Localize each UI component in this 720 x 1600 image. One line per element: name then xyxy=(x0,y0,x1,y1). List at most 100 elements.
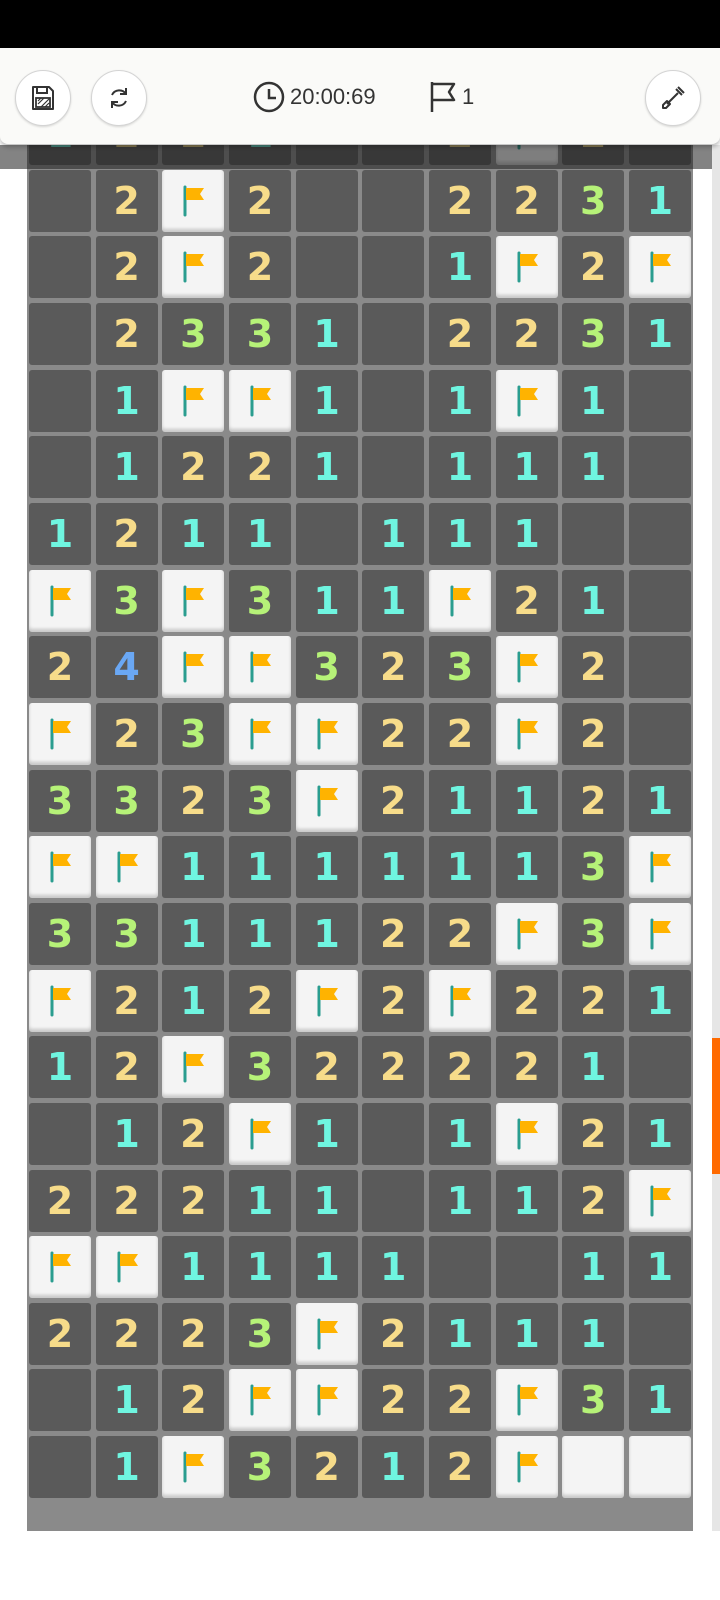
cell-number[interactable]: 2 xyxy=(428,1436,491,1499)
cell-number[interactable]: 2 xyxy=(495,569,558,632)
cell-number[interactable]: 1 xyxy=(362,502,425,565)
cell-number[interactable]: 2 xyxy=(162,1102,225,1165)
cell-number[interactable]: 1 xyxy=(295,902,358,965)
cell-number[interactable]: 2 xyxy=(29,1169,91,1232)
cell-flagged[interactable] xyxy=(162,569,225,632)
cell-empty[interactable] xyxy=(362,169,425,232)
cell-number[interactable]: 2 xyxy=(95,702,158,765)
cell-flagged[interactable] xyxy=(29,969,91,1032)
cell-number[interactable]: 1 xyxy=(295,302,358,365)
cell-number[interactable]: 1 xyxy=(295,569,358,632)
cell-number[interactable]: 2 xyxy=(428,702,491,765)
cell-empty[interactable] xyxy=(29,369,91,432)
cell-number[interactable]: 2 xyxy=(162,436,225,499)
cell-number[interactable]: 2 xyxy=(95,302,158,365)
cell-number[interactable]: 2 xyxy=(228,969,291,1032)
cell-number[interactable]: 2 xyxy=(362,1302,425,1365)
cell-number[interactable]: 2 xyxy=(562,145,625,165)
cell-number[interactable]: 1 xyxy=(428,836,491,899)
cell-number[interactable]: 2 xyxy=(162,769,225,832)
cell-number[interactable]: 1 xyxy=(228,145,291,165)
cell-number[interactable]: 2 xyxy=(562,769,625,832)
cell-empty[interactable] xyxy=(362,302,425,365)
cell-number[interactable]: 1 xyxy=(495,502,558,565)
cell-flagged[interactable] xyxy=(428,969,491,1032)
cell-flagged[interactable] xyxy=(428,569,491,632)
cell-empty[interactable] xyxy=(628,1036,691,1099)
cell-number[interactable]: 2 xyxy=(95,1302,158,1365)
cell-empty[interactable] xyxy=(628,145,691,165)
cell-number[interactable]: 1 xyxy=(495,436,558,499)
cell-number[interactable]: 1 xyxy=(562,436,625,499)
cell-empty[interactable] xyxy=(29,302,91,365)
cell-number[interactable]: 1 xyxy=(295,836,358,899)
cell-empty[interactable] xyxy=(362,1169,425,1232)
cell-empty[interactable] xyxy=(495,1236,558,1299)
cell-flagged[interactable] xyxy=(495,369,558,432)
cell-flagged[interactable] xyxy=(228,1369,291,1432)
cell-empty[interactable] xyxy=(362,236,425,299)
cell-number[interactable]: 1 xyxy=(495,1302,558,1365)
cell-number[interactable]: 2 xyxy=(428,1369,491,1432)
cell-empty[interactable] xyxy=(428,1236,491,1299)
cell-number[interactable]: 1 xyxy=(428,369,491,432)
cell-number[interactable]: 1 xyxy=(562,1036,625,1099)
cell-number[interactable]: 1 xyxy=(228,902,291,965)
cell-number[interactable]: 2 xyxy=(428,1036,491,1099)
cell-number[interactable]: 3 xyxy=(228,302,291,365)
cell-number[interactable]: 1 xyxy=(628,1102,691,1165)
cell-number[interactable]: 1 xyxy=(362,836,425,899)
cell-number[interactable]: 2 xyxy=(162,1369,225,1432)
cell-flagged[interactable] xyxy=(228,1102,291,1165)
cell-number[interactable]: 2 xyxy=(362,636,425,699)
cell-flagged[interactable] xyxy=(628,236,691,299)
cell-number[interactable]: 2 xyxy=(95,1036,158,1099)
cell-empty[interactable] xyxy=(29,1369,91,1432)
cell-number[interactable]: 3 xyxy=(562,302,625,365)
cell-flagged[interactable] xyxy=(628,836,691,899)
cell-number[interactable]: 2 xyxy=(562,969,625,1032)
cell-flagged[interactable] xyxy=(295,1369,358,1432)
cell-number[interactable]: 2 xyxy=(562,1169,625,1232)
cell-empty[interactable] xyxy=(628,702,691,765)
cell-number[interactable]: 4 xyxy=(95,636,158,699)
cell-flagged[interactable] xyxy=(295,769,358,832)
cell-flagged[interactable] xyxy=(162,1436,225,1499)
cell-number[interactable]: 1 xyxy=(162,969,225,1032)
cell-number[interactable]: 1 xyxy=(162,902,225,965)
cell-number[interactable]: 2 xyxy=(495,969,558,1032)
cell-empty[interactable] xyxy=(362,1102,425,1165)
cell-number[interactable]: 2 xyxy=(562,636,625,699)
cell-number[interactable]: 2 xyxy=(295,1036,358,1099)
cell-number[interactable]: 1 xyxy=(562,1236,625,1299)
cell-number[interactable]: 3 xyxy=(228,1036,291,1099)
cell-number[interactable]: 3 xyxy=(29,902,91,965)
cell-flagged[interactable] xyxy=(162,236,225,299)
cell-number[interactable]: 2 xyxy=(562,1102,625,1165)
cell-unrevealed[interactable] xyxy=(562,1436,625,1499)
cell-number[interactable]: 1 xyxy=(295,369,358,432)
cell-number[interactable]: 1 xyxy=(562,1302,625,1365)
cell-empty[interactable] xyxy=(362,145,425,165)
cell-empty[interactable] xyxy=(295,502,358,565)
cell-number[interactable]: 1 xyxy=(362,1436,425,1499)
cell-number[interactable]: 1 xyxy=(228,1236,291,1299)
cell-number[interactable]: 2 xyxy=(428,902,491,965)
cell-number[interactable]: 1 xyxy=(562,569,625,632)
cell-flagged[interactable] xyxy=(228,702,291,765)
cell-flagged[interactable] xyxy=(228,369,291,432)
cell-number[interactable]: 2 xyxy=(95,969,158,1032)
cell-number[interactable]: 2 xyxy=(362,969,425,1032)
cell-number[interactable]: 1 xyxy=(295,1236,358,1299)
cell-number[interactable]: 3 xyxy=(295,636,358,699)
refresh-button[interactable] xyxy=(91,70,147,126)
cell-empty[interactable] xyxy=(628,569,691,632)
cell-number[interactable]: 2 xyxy=(95,502,158,565)
cell-number[interactable]: 3 xyxy=(228,569,291,632)
cell-number[interactable]: 1 xyxy=(428,502,491,565)
cell-number[interactable]: 2 xyxy=(362,902,425,965)
cell-flagged[interactable] xyxy=(95,1236,158,1299)
cell-number[interactable]: 2 xyxy=(228,236,291,299)
cell-empty[interactable] xyxy=(628,436,691,499)
cell-number[interactable]: 1 xyxy=(295,1102,358,1165)
